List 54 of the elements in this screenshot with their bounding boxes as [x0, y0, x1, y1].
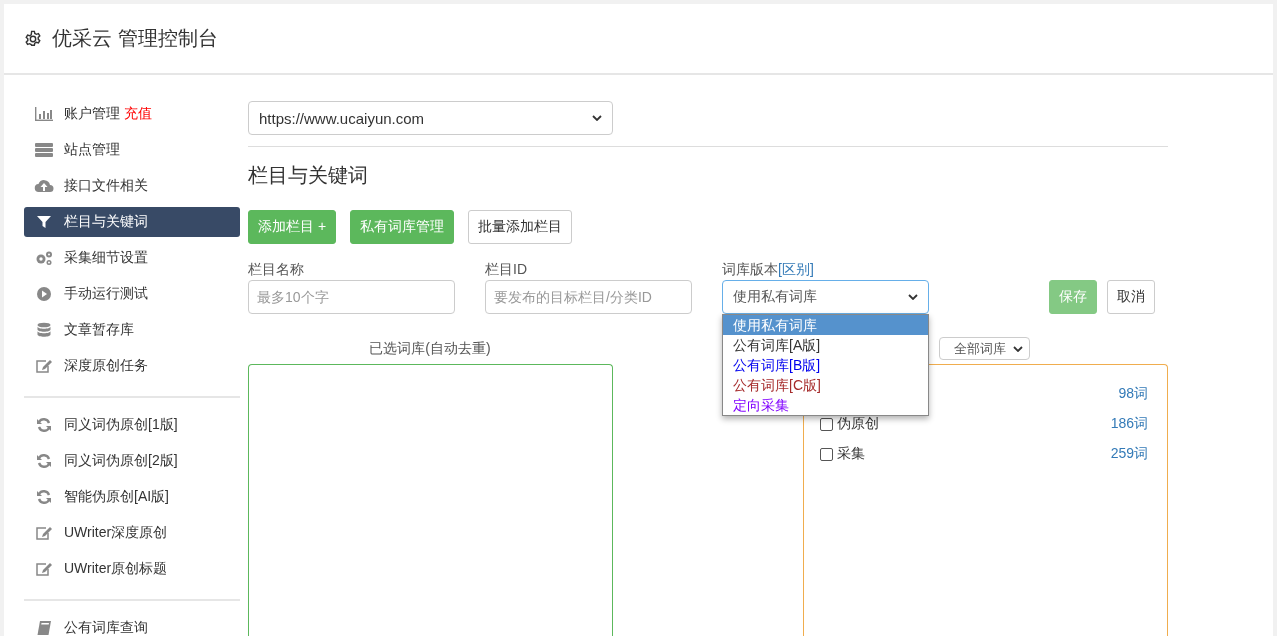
dropdown-option[interactable]: 定向采集 [723, 395, 928, 415]
play-icon [34, 286, 54, 302]
sidebar-item[interactable]: 文章暂存库 [24, 315, 240, 345]
chevron-icon [592, 115, 602, 121]
sidebar-item[interactable]: 栏目与关键词 [24, 207, 240, 237]
checkbox[interactable] [819, 447, 833, 461]
library-filter-select[interactable]: 全部词库 [939, 337, 1030, 360]
chevron-icon [908, 294, 918, 300]
refresh-icon [34, 417, 54, 433]
action-button[interactable]: 批量添加栏目 [468, 210, 573, 244]
refresh-icon [34, 489, 54, 505]
sidebar-item[interactable]: 采集细节设置 [24, 243, 240, 273]
word-count: 259词 [1110, 445, 1148, 463]
sidebar-item[interactable]: 账户管理 充值 [24, 99, 240, 129]
sidebar-item[interactable]: UWriter深度原创 [24, 518, 240, 548]
sidebar-item[interactable]: UWriter原创标题 [24, 554, 240, 584]
sidebar-item[interactable]: 同义词伪原创[1版] [24, 410, 240, 440]
edit-icon [34, 561, 54, 577]
edit-icon [34, 525, 54, 541]
id-input[interactable]: 要发布的目标栏目/分类ID [485, 280, 692, 314]
checkbox[interactable] [819, 417, 833, 431]
app-title: 优采云 管理控制台 [52, 26, 218, 51]
sidebar-item[interactable]: 公有词库查询 [24, 613, 240, 636]
field-label: 词库版本 [722, 261, 778, 277]
word-count: 186词 [1110, 415, 1148, 433]
server-icon [34, 142, 54, 158]
sidebar-item[interactable]: 智能伪原创[AI版] [24, 482, 240, 512]
name-input[interactable]: 最多10个字 [248, 280, 455, 314]
field-label: 栏目名称 [248, 262, 305, 279]
settings-icon [24, 29, 42, 48]
cancel-button[interactable]: 取消 [1107, 280, 1155, 314]
field-label: 栏目ID [485, 262, 528, 279]
edit-icon [34, 358, 54, 374]
filter-icon [34, 214, 54, 230]
sidebar-item[interactable]: 站点管理 [24, 135, 240, 165]
sidebar-item[interactable]: 深度原创任务 [24, 351, 240, 381]
site-select[interactable]: https://www.ucaiyun.com [248, 101, 613, 135]
chart-icon [34, 106, 54, 122]
panel-title: 已选词库(自动去重) [368, 339, 492, 358]
sidebar-item[interactable]: 同义词伪原创[2版] [24, 446, 240, 476]
refresh-icon [34, 453, 54, 469]
dropdown-option[interactable]: 公有词库[C版] [723, 375, 928, 395]
word-count: 98词 [1118, 385, 1148, 403]
library-name: 采集 [836, 445, 865, 463]
dropdown-option[interactable]: 公有词库[A版] [723, 335, 928, 355]
sidebar-item[interactable]: 手动运行测试 [24, 279, 240, 309]
version-select[interactable]: 使用私有词库 [722, 280, 929, 314]
library-name: 伪原创 [836, 415, 879, 433]
difference-link[interactable]: [区别] [778, 261, 814, 277]
chevron-icon [1013, 345, 1023, 352]
section-heading: 栏目与关键词 [248, 163, 369, 188]
dropdown-option[interactable]: 公有词库[B版] [723, 355, 928, 375]
cloud-upload-icon [34, 178, 54, 194]
sidebar-item[interactable]: 接口文件相关 [24, 171, 240, 201]
